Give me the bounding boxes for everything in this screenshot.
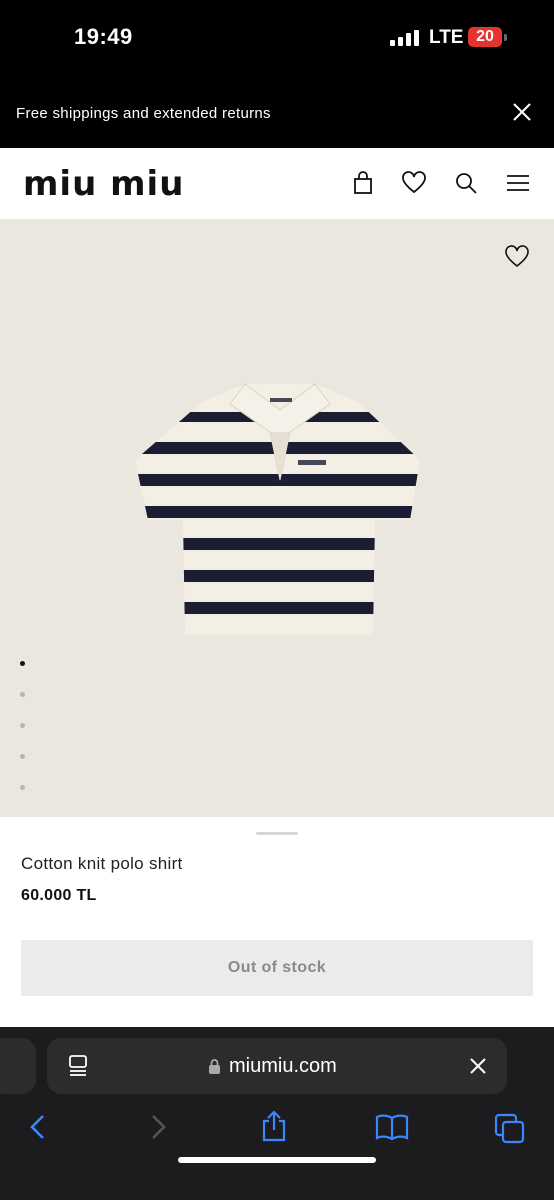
signal-icon	[390, 30, 419, 46]
product-price: 60.000 TL	[21, 887, 97, 904]
url-text[interactable]: miumiu.com	[229, 1055, 337, 1078]
address-bar[interactable]: miumiu.com	[47, 1038, 507, 1094]
close-icon[interactable]	[512, 102, 532, 122]
menu-icon[interactable]	[505, 170, 531, 196]
home-indicator[interactable]	[178, 1157, 376, 1163]
brand-logo[interactable]: miu miu	[23, 167, 184, 201]
lock-icon	[209, 1059, 220, 1074]
back-icon[interactable]	[28, 1113, 48, 1141]
site-header: miu miu	[0, 148, 554, 220]
clear-url-icon[interactable]	[469, 1057, 487, 1075]
gallery-dot[interactable]	[20, 723, 25, 728]
tabs-icon[interactable]	[494, 1113, 526, 1145]
promo-banner: Free shippings and extended returns	[0, 80, 554, 148]
heart-icon[interactable]	[401, 170, 427, 196]
product-photo	[135, 383, 420, 635]
promo-text: Free shippings and extended returns	[16, 105, 271, 122]
gallery-dot[interactable]	[20, 692, 25, 697]
battery-tip	[504, 34, 507, 41]
battery-icon: 20	[468, 27, 502, 47]
page-menu-icon[interactable]	[67, 1054, 89, 1078]
sheet-handle[interactable]	[256, 832, 298, 835]
product-info-sheet: Cotton knit polo shirt 60.000 TL Out of …	[0, 817, 554, 1027]
gallery-dot-active[interactable]	[20, 661, 25, 666]
browser-chrome: miumiu.com	[0, 1027, 554, 1200]
favorite-heart-icon[interactable]	[504, 244, 530, 270]
product-name: Cotton knit polo shirt	[21, 854, 183, 873]
status-bar: 19:49 LTE 20	[0, 0, 554, 80]
clock: 19:49	[74, 24, 133, 49]
network-label: LTE	[429, 27, 464, 48]
gallery-dot[interactable]	[20, 785, 25, 790]
product-image-gallery[interactable]	[0, 220, 554, 817]
forward-icon[interactable]	[148, 1113, 168, 1141]
gallery-dot[interactable]	[20, 754, 25, 759]
search-icon[interactable]	[453, 170, 479, 196]
bookmarks-icon[interactable]	[375, 1113, 409, 1141]
out-of-stock-button[interactable]: Out of stock	[21, 940, 533, 996]
previous-tab-preview[interactable]	[0, 1038, 36, 1094]
share-icon[interactable]	[260, 1109, 288, 1143]
bag-icon[interactable]	[350, 170, 376, 196]
